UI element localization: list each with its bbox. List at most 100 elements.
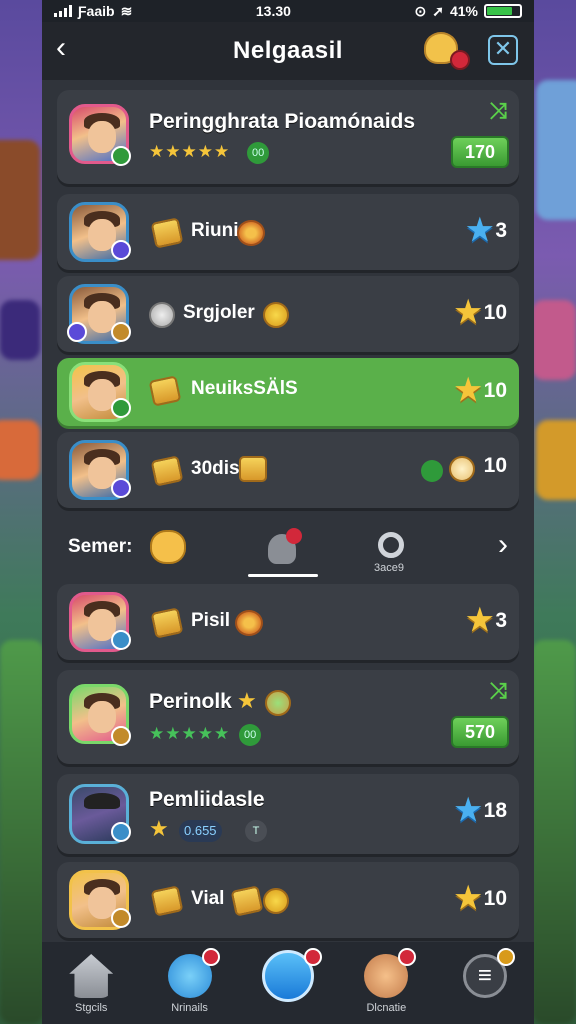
stat-pill: 0.655	[179, 820, 222, 842]
level-badge	[111, 822, 131, 842]
rank-value: 10	[483, 301, 507, 324]
shuffle-icon[interactable]: ⤨	[489, 678, 507, 704]
bread-icon	[239, 456, 267, 482]
rank: 10	[484, 454, 507, 478]
player-list: Peringghrata Pioamónaids ★★★★★ 00 ⤨ 170 …	[42, 80, 534, 942]
rank-value: 10	[483, 379, 507, 402]
coin-icon	[263, 888, 289, 914]
ring-icon[interactable]	[378, 532, 404, 558]
level-badge	[111, 726, 131, 746]
chevron-right-icon[interactable]: ›	[498, 528, 508, 562]
sprout-icon	[265, 690, 291, 716]
status-pill	[421, 460, 443, 482]
tag-pill: 00	[239, 724, 262, 746]
player-card[interactable]: Pisil ★ 3	[57, 584, 519, 660]
level-badge	[111, 478, 131, 498]
nav-menu[interactable]: ≡	[445, 948, 525, 998]
level-badge	[111, 398, 131, 418]
back-button[interactable]: ‹	[56, 33, 86, 64]
notification-badge	[303, 948, 322, 966]
notification-badge	[450, 50, 470, 70]
nav-label: Dlcnatie	[366, 1002, 407, 1014]
level-badge	[111, 322, 131, 342]
rank: ★ 18	[455, 796, 507, 826]
rank-value: 18	[483, 799, 507, 822]
close-button[interactable]: ✕	[488, 35, 518, 65]
nav-home[interactable]: Stgcils	[51, 954, 131, 1014]
player-card[interactable]: Riuni ★ 3	[57, 194, 519, 270]
player-name: Peringghrata Pioamónaids	[149, 110, 416, 133]
score-button[interactable]: 170	[451, 136, 509, 168]
item-label: Riuni	[191, 220, 239, 241]
potion-icon	[230, 885, 264, 917]
player-card[interactable]: Peringghrata Pioamónaids ★★★★★ 00 ⤨ 170	[57, 90, 519, 184]
item-label: Vial	[191, 888, 225, 909]
level-badge	[111, 908, 131, 928]
star-icon: ★	[466, 214, 494, 247]
flower-icon	[235, 610, 263, 636]
nav-notes[interactable]	[248, 948, 328, 1002]
rank: ★ 10	[455, 884, 507, 914]
item-label: Pisil	[191, 610, 231, 631]
rank: ★ 3	[466, 606, 507, 636]
signal-icon	[54, 5, 72, 17]
home-icon	[69, 954, 114, 998]
battery-percent: 41%	[449, 3, 478, 19]
nav-friends[interactable]: Nrinails	[150, 948, 230, 1014]
rank-value: 3	[495, 609, 507, 632]
player-card[interactable]: 30dis 10	[57, 432, 519, 508]
pet-icon[interactable]	[150, 530, 186, 564]
pet-icon	[449, 456, 475, 482]
ring-caption: 3ace9	[374, 562, 404, 574]
bottom-nav: Stgcils Nrinails Dlcnatie ≡	[42, 942, 534, 1024]
notification-badge	[286, 528, 302, 544]
rank-value: 10	[483, 454, 507, 477]
player-name: Perinolk	[149, 690, 232, 713]
player-card[interactable]: Pemliidasle ★ 0.655 T ★ 18	[57, 774, 519, 854]
flower-icon	[237, 220, 265, 246]
level-badge	[111, 146, 131, 166]
star-icon: ★	[149, 816, 169, 841]
star-icon: ★	[237, 688, 257, 713]
level-badge	[111, 240, 131, 260]
coin-icon	[263, 302, 289, 328]
star-icon: ★	[454, 794, 482, 827]
snail-icon	[149, 302, 175, 328]
section-header: Semer: 3ace9 ›	[42, 516, 534, 586]
player-card[interactable]: Perinolk ★ ★★★★★ 00 ⤨ 570	[57, 670, 519, 764]
crown-icon	[150, 455, 184, 487]
header: ‹ Nelgaasil ✕	[42, 22, 534, 80]
nav-label: Nrinails	[171, 1002, 208, 1014]
nav-profile[interactable]: Dlcnatie	[346, 948, 426, 1014]
tag-pill: 00	[247, 142, 270, 164]
status-bar: Ƒaaib ≋ 13.30 ⊙ ➚ 41%	[42, 0, 534, 22]
wifi-icon: ≋	[120, 2, 133, 19]
nav-label: Stgcils	[74, 1002, 108, 1014]
player-card-selected[interactable]: NeuiksSÄlS ★ 10	[57, 358, 519, 426]
leaderboard-panel: ‹ Nelgaasil ✕ Peringghrata Pioamónaids ★…	[42, 22, 534, 942]
stat-pill: T	[245, 820, 267, 842]
score-button[interactable]: 570	[451, 716, 509, 748]
level-badge	[111, 630, 131, 650]
shuffle-icon[interactable]: ⤨	[489, 98, 507, 124]
scroll-icon	[148, 375, 182, 407]
item-label: 30dis	[191, 458, 240, 479]
item-label: Srgjoler	[183, 302, 255, 323]
notification-badge	[398, 948, 417, 966]
star-icon: ★	[454, 882, 482, 915]
section-label: Semer:	[68, 536, 133, 557]
player-card[interactable]: Srgjoler ★ 10	[57, 276, 519, 352]
notification-badge	[201, 948, 220, 966]
level-badge	[67, 322, 87, 342]
location-icon: ➚	[432, 2, 444, 19]
player-card[interactable]: Vial ★ 10	[57, 862, 519, 938]
page-title: Nelgaasil	[233, 37, 343, 64]
battery-icon	[483, 4, 522, 18]
alarm-icon: ⊙	[414, 2, 427, 19]
rank: ★ 10	[455, 376, 507, 406]
clock: 13.30	[255, 3, 291, 19]
crown-icon	[150, 217, 184, 249]
scroll-icon	[150, 607, 184, 639]
rank: ★ 10	[455, 298, 507, 328]
crown-icon	[150, 885, 184, 917]
